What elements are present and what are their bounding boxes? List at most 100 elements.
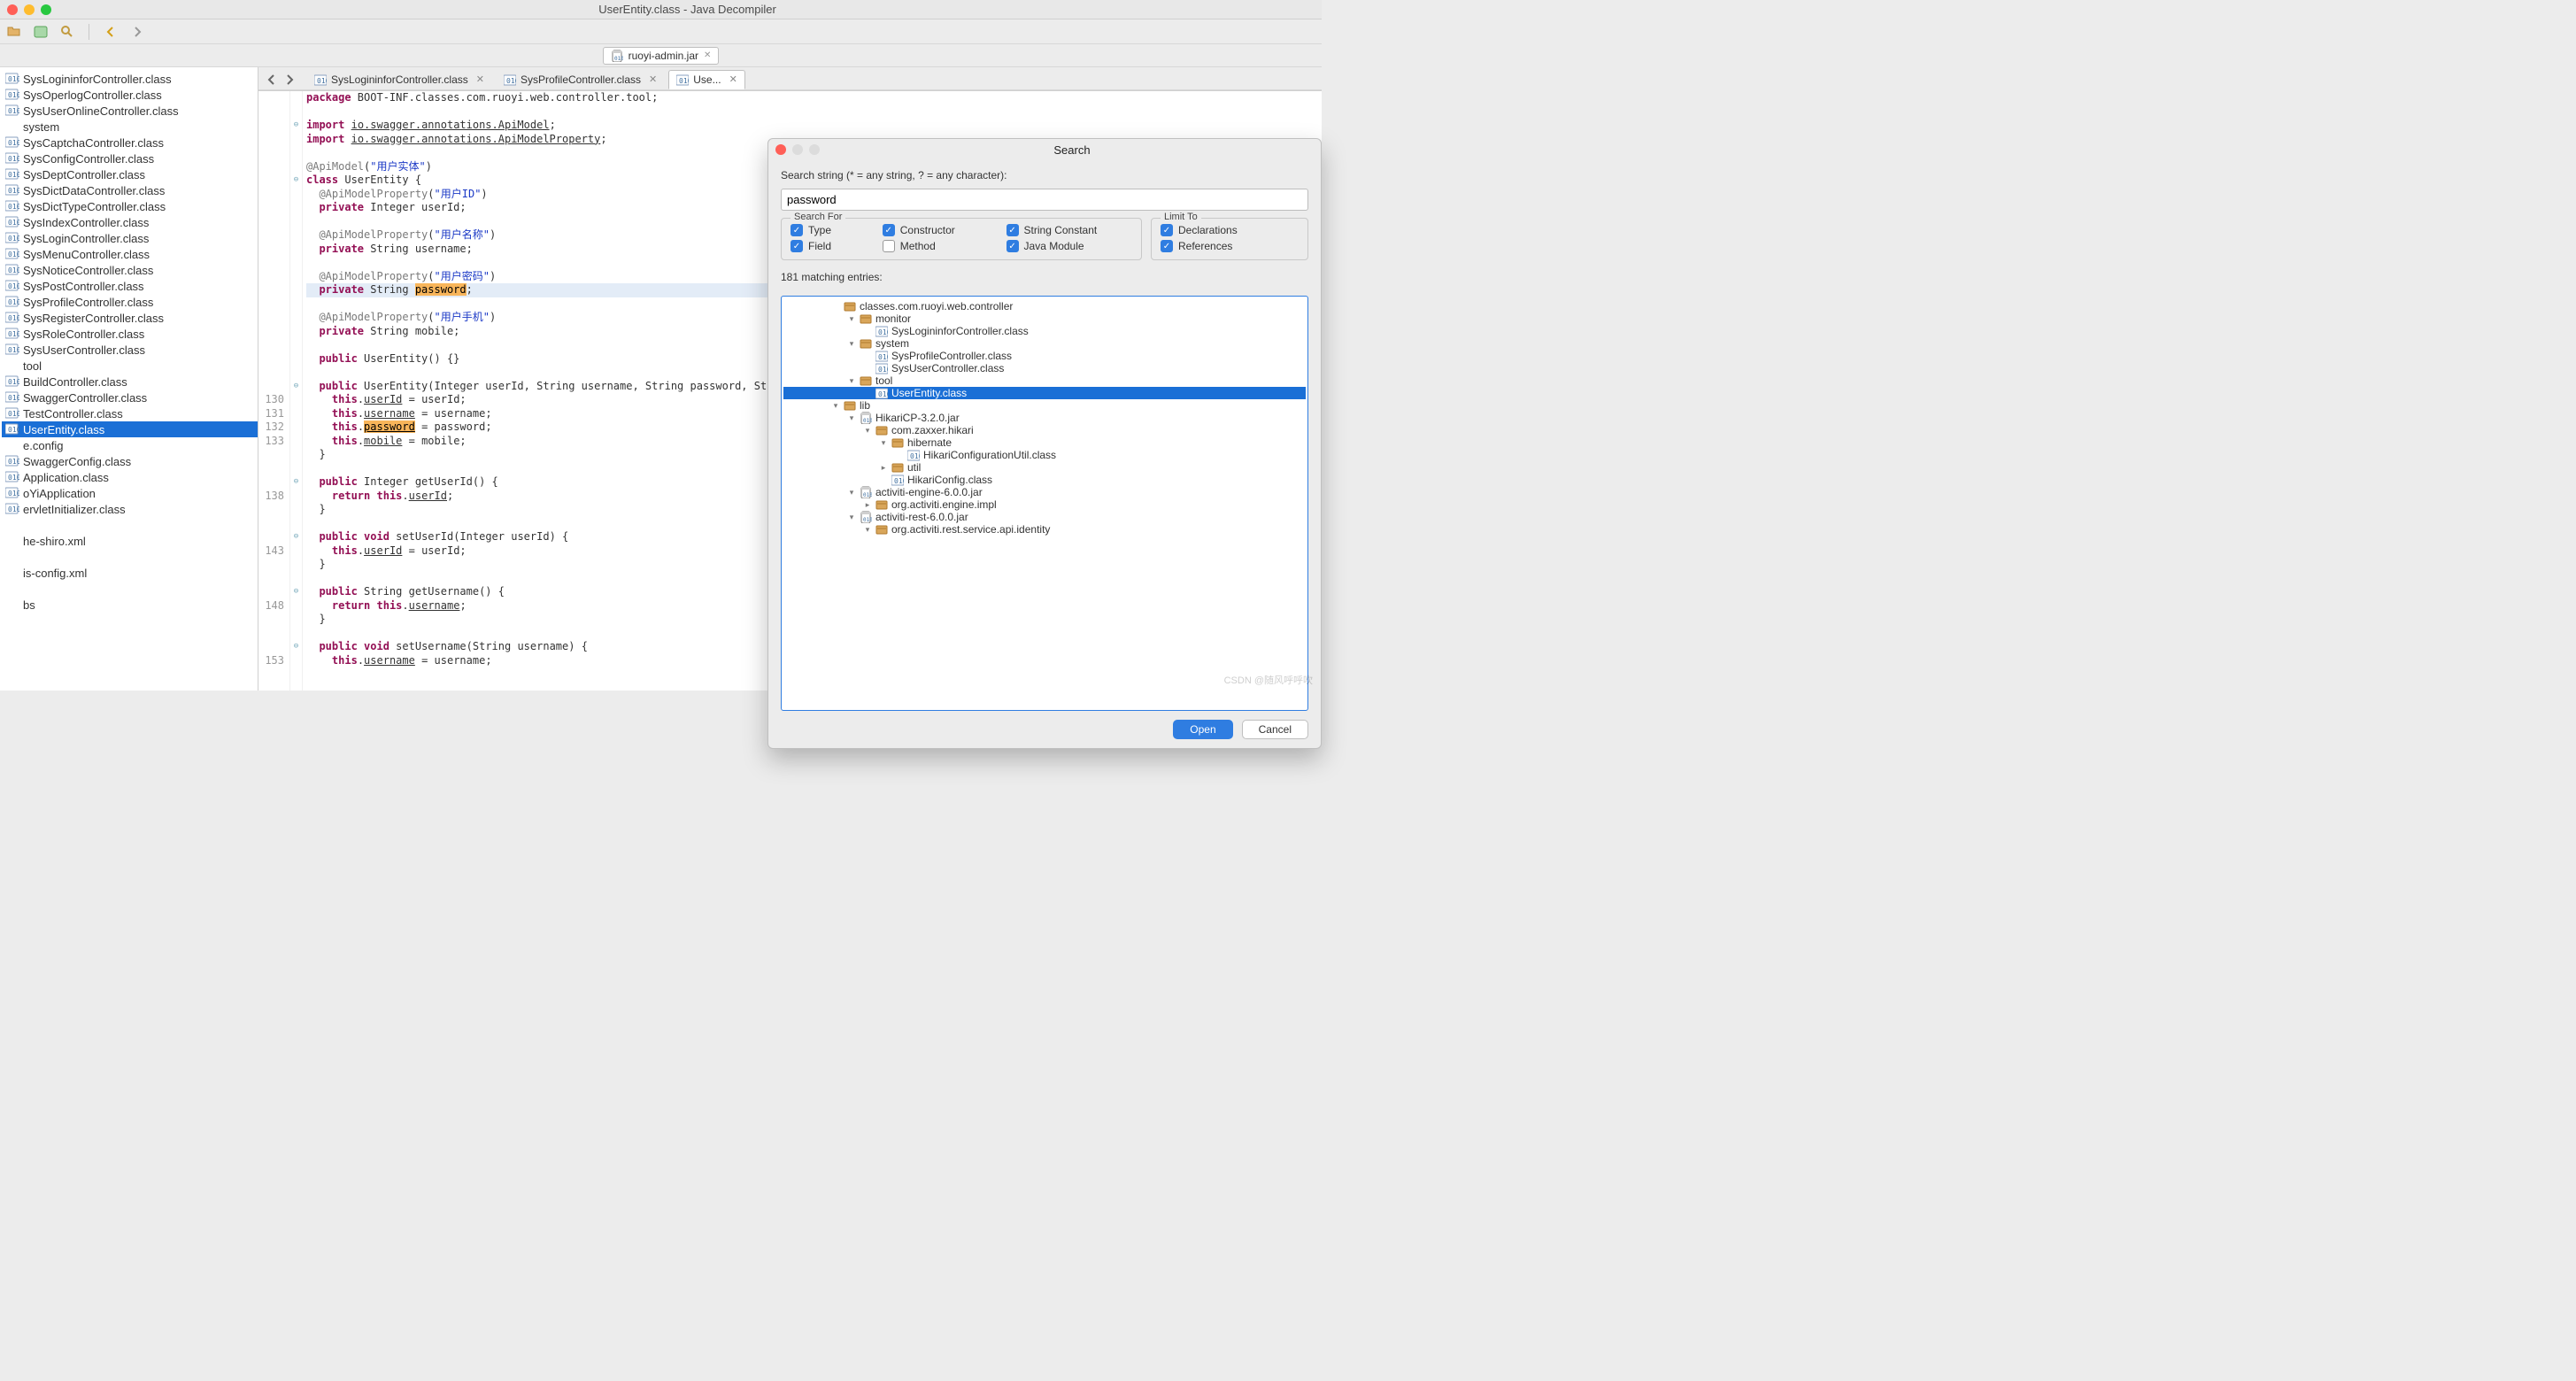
search-input[interactable] (781, 189, 1308, 211)
close-window-button[interactable] (7, 4, 18, 15)
tree-item[interactable]: SysMenuController.class (2, 246, 258, 262)
tree-item[interactable] (2, 581, 258, 597)
disclosure-icon[interactable]: ▾ (847, 314, 856, 324)
disclosure-icon[interactable]: ▾ (831, 401, 840, 411)
tree-item[interactable]: SysUserController.class (2, 342, 258, 358)
tree-item[interactable]: UserEntity.class (2, 421, 258, 437)
open-file-icon[interactable] (5, 23, 23, 41)
tree-item[interactable]: SysOperlogController.class (2, 87, 258, 103)
disclosure-icon[interactable]: ▾ (847, 339, 856, 349)
result-row[interactable]: ▾activiti-rest-6.0.0.jar (783, 511, 1306, 523)
tree-item[interactable]: SysLogininforController.class (2, 71, 258, 87)
tree-item[interactable]: SysLoginController.class (2, 230, 258, 246)
tree-item[interactable]: SysCaptchaController.class (2, 135, 258, 150)
result-row[interactable]: ▾system (783, 337, 1306, 350)
tree-item[interactable]: tool (2, 358, 258, 374)
tab-history-back-icon[interactable] (266, 73, 278, 86)
dialog-close-button[interactable] (775, 144, 786, 155)
tree-item[interactable]: Application.class (2, 469, 258, 485)
tree-item[interactable] (2, 549, 258, 565)
tree-item[interactable]: e.config (2, 437, 258, 453)
close-icon[interactable]: ✕ (649, 73, 657, 85)
search-results-tree[interactable]: classes.com.ruoyi.web.controller▾monitor… (781, 296, 1308, 711)
tree-item[interactable]: he-shiro.xml (2, 533, 258, 549)
package-icon (891, 436, 904, 449)
result-row[interactable]: ▾hibernate (783, 436, 1306, 449)
tree-item[interactable]: SysRoleController.class (2, 326, 258, 342)
disclosure-icon[interactable]: ▾ (847, 413, 856, 423)
tree-item[interactable]: SysPostController.class (2, 278, 258, 294)
editor-tab[interactable]: SysLogininforController.class✕ (306, 70, 492, 89)
result-row[interactable]: SysProfileController.class (783, 350, 1306, 362)
editor-tab[interactable]: Use...✕ (668, 70, 745, 89)
tree-item[interactable]: oYiApplication (2, 485, 258, 501)
result-row[interactable]: SysUserController.class (783, 362, 1306, 374)
disclosure-icon[interactable]: ▾ (863, 525, 872, 535)
open-type-icon[interactable] (32, 23, 50, 41)
result-row[interactable]: ▾com.zaxxer.hikari (783, 424, 1306, 436)
tree-item[interactable] (2, 517, 258, 533)
result-row[interactable]: SysLogininforController.class (783, 325, 1306, 337)
result-row[interactable]: HikariConfigurationUtil.class (783, 449, 1306, 461)
disclosure-icon[interactable]: ▾ (847, 488, 856, 498)
disclosure-icon[interactable]: ▾ (879, 438, 888, 448)
result-row[interactable]: ▾lib (783, 399, 1306, 412)
disclosure-icon[interactable]: ▾ (847, 513, 856, 522)
tree-item[interactable]: TestController.class (2, 405, 258, 421)
tree-item[interactable]: SysProfileController.class (2, 294, 258, 310)
result-row[interactable]: ▾activiti-engine-6.0.0.jar (783, 486, 1306, 498)
fold-column[interactable]: ⊖⊖⊖⊖⊖⊖⊖ (290, 91, 303, 690)
close-icon[interactable]: ✕ (729, 73, 737, 85)
tree-item[interactable]: SysConfigController.class (2, 150, 258, 166)
checkbox-references[interactable]: ✓References (1161, 240, 1299, 252)
checkbox-type[interactable]: ✓Type (791, 224, 867, 236)
tree-item[interactable]: SwaggerController.class (2, 390, 258, 405)
nav-back-icon[interactable] (102, 23, 120, 41)
result-row[interactable]: ▾org.activiti.rest.service.api.identity (783, 523, 1306, 536)
result-row[interactable]: ▾HikariCP-3.2.0.jar (783, 412, 1306, 424)
tree-item[interactable]: SwaggerConfig.class (2, 453, 258, 469)
tree-item[interactable]: SysIndexController.class (2, 214, 258, 230)
tab-history-forward-icon[interactable] (283, 73, 296, 86)
checkbox-declarations[interactable]: ✓Declarations (1161, 224, 1299, 236)
search-icon[interactable] (58, 23, 76, 41)
tree-item[interactable]: BuildController.class (2, 374, 258, 390)
checkbox-java_module[interactable]: ✓Java Module (1006, 240, 1132, 252)
tree-item[interactable]: ervletInitializer.class (2, 501, 258, 517)
file-tree[interactable]: SysLogininforController.classSysOperlogC… (0, 67, 258, 690)
disclosure-icon[interactable]: ▾ (863, 426, 872, 436)
result-row[interactable]: ▸util (783, 461, 1306, 474)
tree-item[interactable]: system (2, 119, 258, 135)
zoom-window-button[interactable] (41, 4, 51, 15)
result-row[interactable]: ▸org.activiti.engine.impl (783, 498, 1306, 511)
tree-item[interactable]: is-config.xml (2, 565, 258, 581)
close-tab-icon[interactable]: ✕ (704, 50, 711, 60)
editor-tab[interactable]: SysProfileController.class✕ (496, 70, 665, 89)
minimize-window-button[interactable] (24, 4, 35, 15)
result-row[interactable]: classes.com.ruoyi.web.controller (783, 300, 1306, 312)
disclosure-icon[interactable]: ▸ (863, 500, 872, 510)
tree-item[interactable]: SysDeptController.class (2, 166, 258, 182)
result-row[interactable]: HikariConfig.class (783, 474, 1306, 486)
checkbox-constructor[interactable]: ✓Constructor (883, 224, 991, 236)
result-row[interactable]: ▾monitor (783, 312, 1306, 325)
jar-tab[interactable]: ruoyi-admin.jar ✕ (603, 47, 720, 65)
result-row[interactable]: UserEntity.class (783, 387, 1306, 399)
open-button[interactable]: Open (1173, 720, 1232, 739)
tree-item[interactable]: SysDictDataController.class (2, 182, 258, 198)
checkbox-field[interactable]: ✓Field (791, 240, 867, 252)
close-icon[interactable]: ✕ (476, 73, 484, 85)
disclosure-icon[interactable]: ▾ (847, 376, 856, 386)
tree-item[interactable]: SysRegisterController.class (2, 310, 258, 326)
tree-item[interactable]: SysUserOnlineController.class (2, 103, 258, 119)
nav-forward-icon[interactable] (128, 23, 146, 41)
tree-item[interactable]: SysDictTypeController.class (2, 198, 258, 214)
tree-item[interactable]: bs (2, 597, 258, 613)
cancel-button[interactable]: Cancel (1242, 720, 1308, 739)
class-file-icon (5, 422, 19, 436)
checkbox-string_constant[interactable]: ✓String Constant (1006, 224, 1132, 236)
disclosure-icon[interactable]: ▸ (879, 463, 888, 473)
checkbox-method[interactable]: Method (883, 240, 991, 252)
result-row[interactable]: ▾tool (783, 374, 1306, 387)
tree-item[interactable]: SysNoticeController.class (2, 262, 258, 278)
